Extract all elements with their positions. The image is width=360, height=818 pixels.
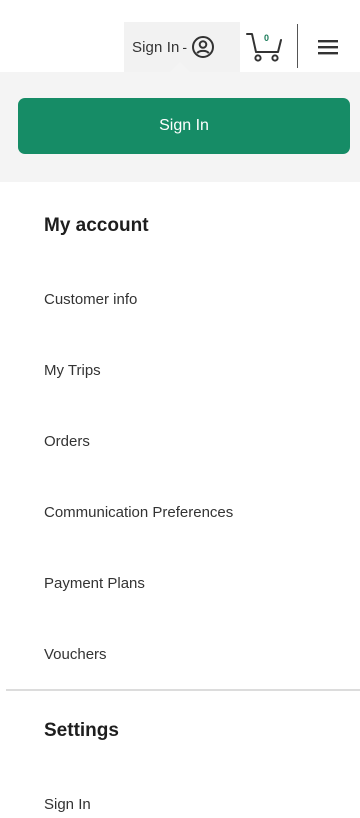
hamburger-menu-icon bbox=[318, 40, 338, 55]
signin-toggle-label: Sign In bbox=[132, 38, 180, 56]
cart-button[interactable]: 0 bbox=[244, 30, 284, 64]
header-divider bbox=[297, 24, 298, 68]
my-account-heading: My account bbox=[44, 215, 149, 236]
menu-item-vouchers[interactable]: Vouchers bbox=[44, 646, 107, 663]
settings-heading: Settings bbox=[44, 720, 119, 741]
menu-item-payment-plans[interactable]: Payment Plans bbox=[44, 575, 145, 592]
section-divider bbox=[6, 689, 360, 691]
dropdown-dash-icon: - bbox=[182, 39, 188, 55]
menu-item-communication-preferences[interactable]: Communication Preferences bbox=[44, 504, 233, 521]
menu-item-sign-in[interactable]: Sign In bbox=[44, 796, 91, 813]
menu-item-customer-info[interactable]: Customer info bbox=[44, 291, 137, 308]
user-circle-icon bbox=[192, 36, 215, 58]
hamburger-menu-button[interactable] bbox=[313, 32, 345, 62]
dropdown-pointer bbox=[170, 62, 190, 72]
menu-item-my-trips[interactable]: My Trips bbox=[44, 362, 101, 379]
menu-item-orders[interactable]: Orders bbox=[44, 433, 90, 450]
signin-button[interactable]: Sign In bbox=[18, 98, 350, 154]
cart-count-badge: 0 bbox=[264, 33, 270, 43]
signin-panel: Sign In bbox=[0, 62, 360, 182]
